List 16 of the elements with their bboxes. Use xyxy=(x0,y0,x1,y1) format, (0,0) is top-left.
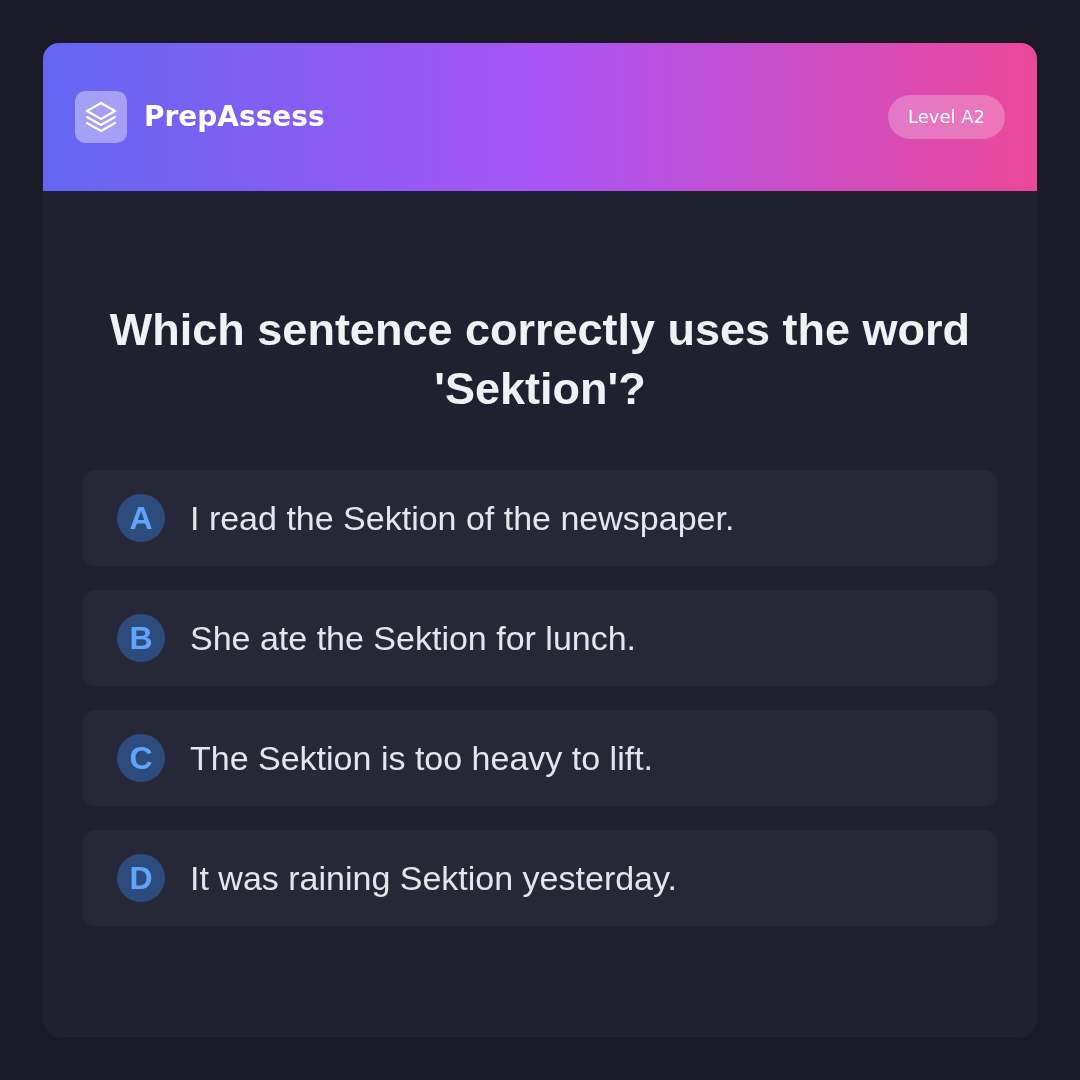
answer-option[interactable]: D It was raining Sektion yesterday. xyxy=(83,830,997,926)
option-text: It was raining Sektion yesterday. xyxy=(190,857,677,899)
option-letter: C xyxy=(117,734,165,782)
answer-option[interactable]: B She ate the Sektion for lunch. xyxy=(83,590,997,686)
app-title: PrepAssess xyxy=(144,99,325,135)
level-badge: Level A2 xyxy=(888,95,1005,139)
layers-icon xyxy=(75,91,127,143)
answer-option[interactable]: A I read the Sektion of the newspaper. xyxy=(83,470,997,566)
answer-option[interactable]: C The Sektion is too heavy to lift. xyxy=(83,710,997,806)
option-letter: B xyxy=(117,614,165,662)
option-text: The Sektion is too heavy to lift. xyxy=(190,737,654,779)
option-text: She ate the Sektion for lunch. xyxy=(190,617,637,659)
option-text: I read the Sektion of the newspaper. xyxy=(190,497,735,539)
option-letter: D xyxy=(117,854,165,902)
option-letter: A xyxy=(117,494,165,542)
question-text: Which sentence correctly uses the word 'Sektion'? xyxy=(108,303,972,416)
